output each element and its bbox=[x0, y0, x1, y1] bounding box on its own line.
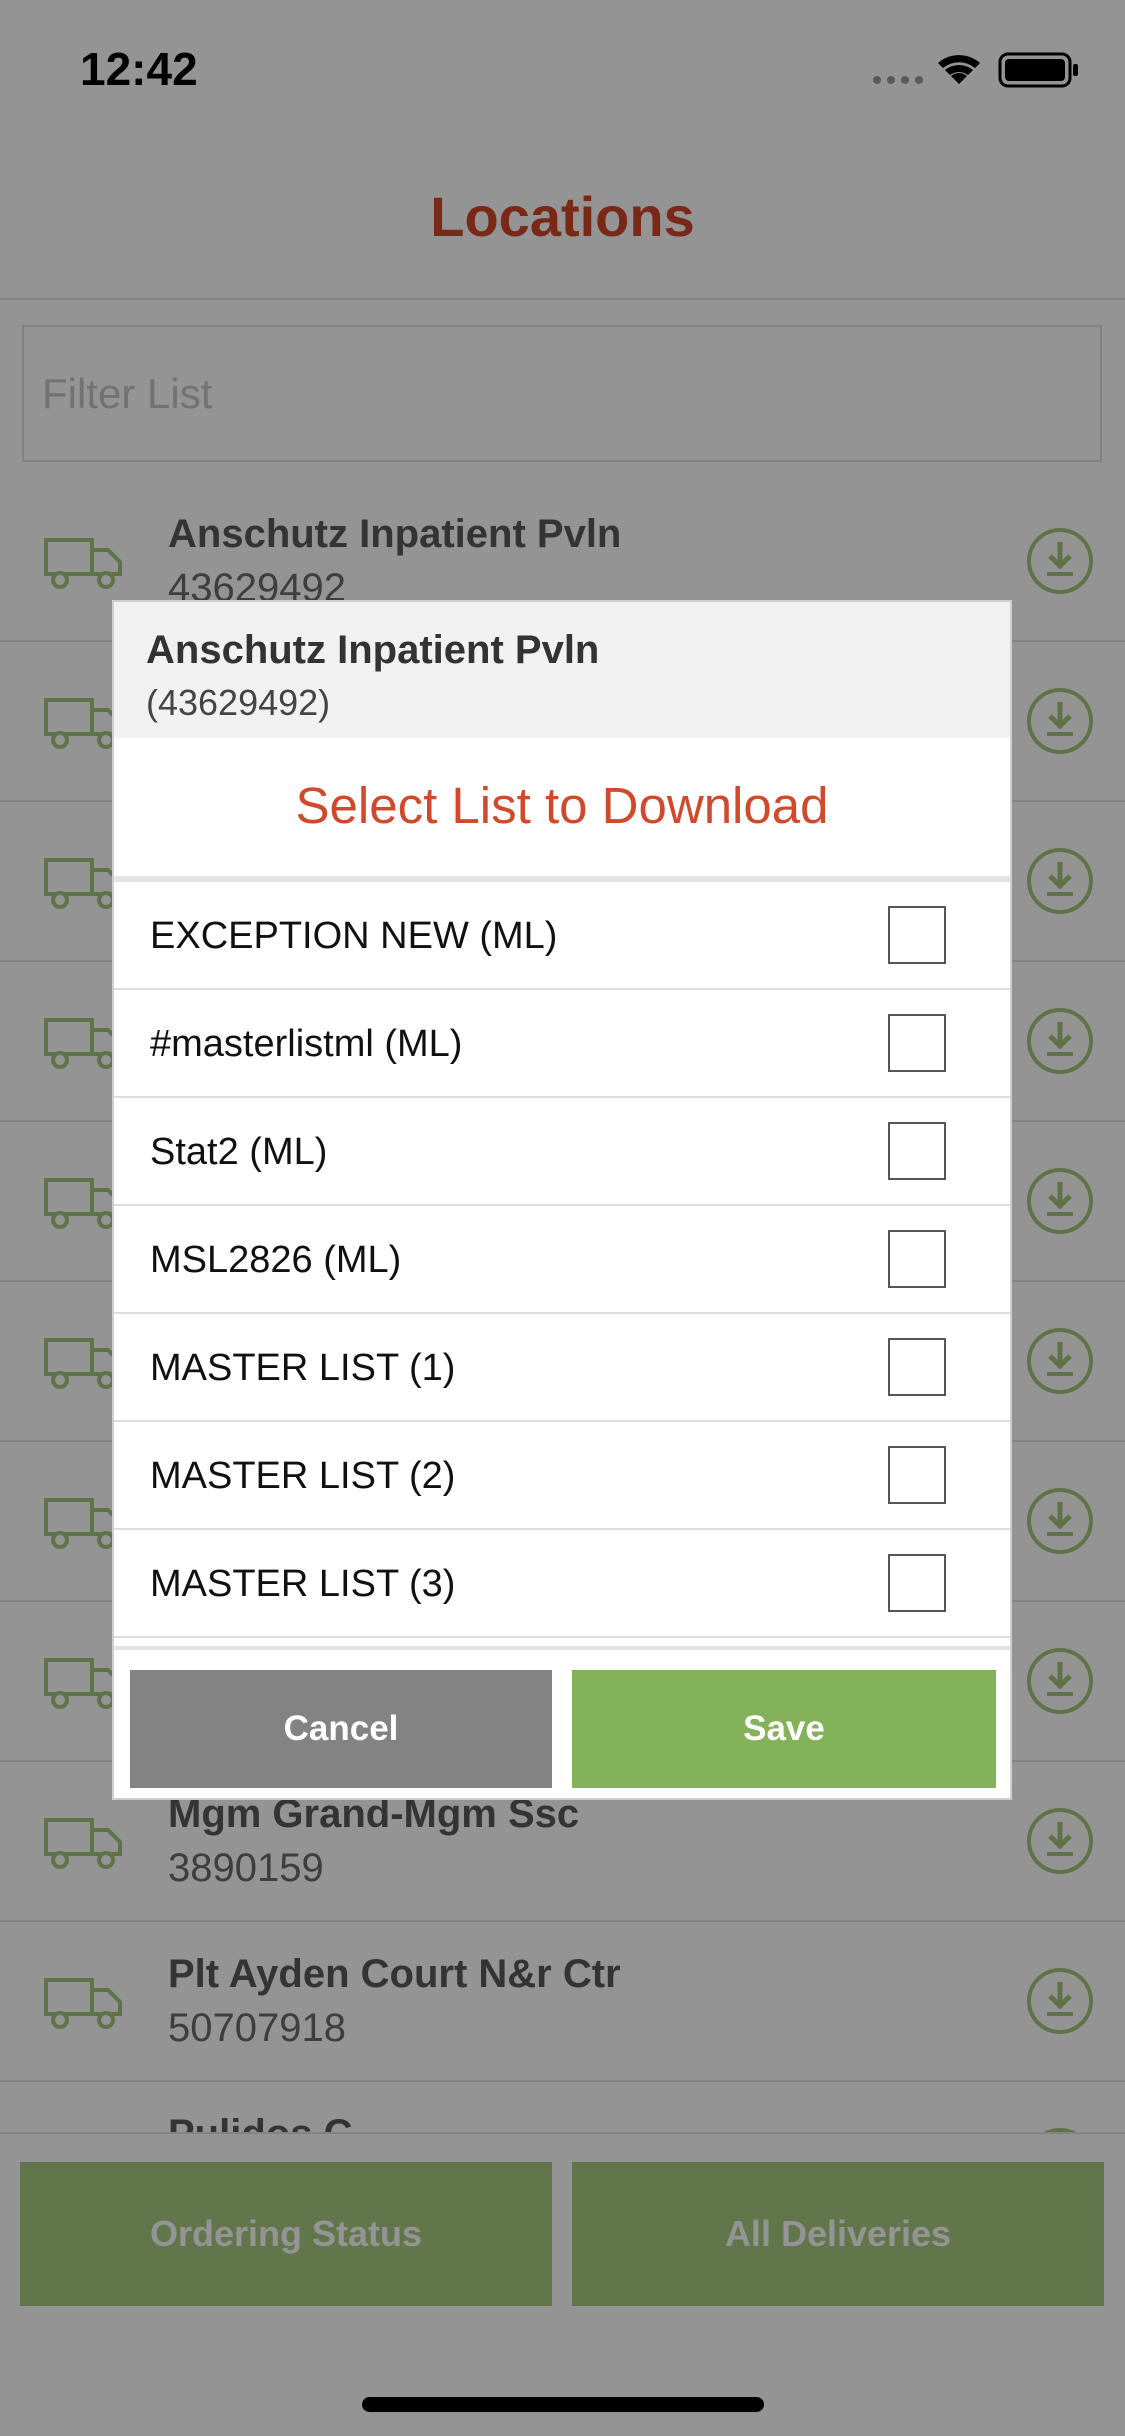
list-option-label: EXCEPTION NEW (ML) bbox=[150, 915, 558, 957]
dialog-header: Anschutz Inpatient Pvln (43629492) bbox=[114, 602, 1010, 738]
list-option-label: #masterlistml (ML) bbox=[150, 1023, 463, 1065]
cancel-button[interactable]: Cancel bbox=[130, 1670, 552, 1788]
list-option[interactable]: #masterlistml (ML) bbox=[114, 990, 1010, 1098]
download-list-dialog: Anschutz Inpatient Pvln (43629492) Selec… bbox=[112, 600, 1012, 1800]
list-option[interactable]: MASTER LIST (1) bbox=[114, 1314, 1010, 1422]
list-option[interactable]: MASTER LIST (2) bbox=[114, 1422, 1010, 1530]
list-option-label: MASTER LIST (1) bbox=[150, 1347, 456, 1389]
home-indicator bbox=[362, 2397, 764, 2412]
list-option[interactable]: Stat2 (ML) bbox=[114, 1098, 1010, 1206]
dialog-list: EXCEPTION NEW (ML) #masterlistml (ML) St… bbox=[114, 882, 1010, 1646]
list-option[interactable]: EXCEPTION NEW (ML) bbox=[114, 882, 1010, 990]
list-option-label: MASTER LIST (3) bbox=[150, 1563, 456, 1605]
list-option-label: MASTER LIST (2) bbox=[150, 1455, 456, 1497]
list-option-label: MSL2826 (ML) bbox=[150, 1239, 402, 1281]
list-option-checkbox[interactable] bbox=[888, 1122, 946, 1180]
list-option-checkbox[interactable] bbox=[888, 1014, 946, 1072]
dialog-footer: Cancel Save bbox=[114, 1646, 1010, 1802]
dialog-location-name: Anschutz Inpatient Pvln bbox=[146, 628, 600, 672]
list-option-label: Stat2 (ML) bbox=[150, 1131, 328, 1173]
dialog-title: Select List to Download bbox=[295, 777, 829, 834]
list-option-checkbox[interactable] bbox=[888, 1338, 946, 1396]
list-option[interactable]: MSL2826 (ML) bbox=[114, 1206, 1010, 1314]
list-option-checkbox[interactable] bbox=[888, 1446, 946, 1504]
list-option-checkbox[interactable] bbox=[888, 906, 946, 964]
save-button[interactable]: Save bbox=[572, 1670, 996, 1788]
dialog-title-bar: Select List to Download bbox=[114, 738, 1010, 882]
dialog-location-id: (43629492) bbox=[146, 682, 331, 723]
list-option-checkbox[interactable] bbox=[888, 1230, 946, 1288]
list-option[interactable]: MASTER LIST (3) bbox=[114, 1530, 1010, 1638]
list-option-checkbox[interactable] bbox=[888, 1554, 946, 1612]
